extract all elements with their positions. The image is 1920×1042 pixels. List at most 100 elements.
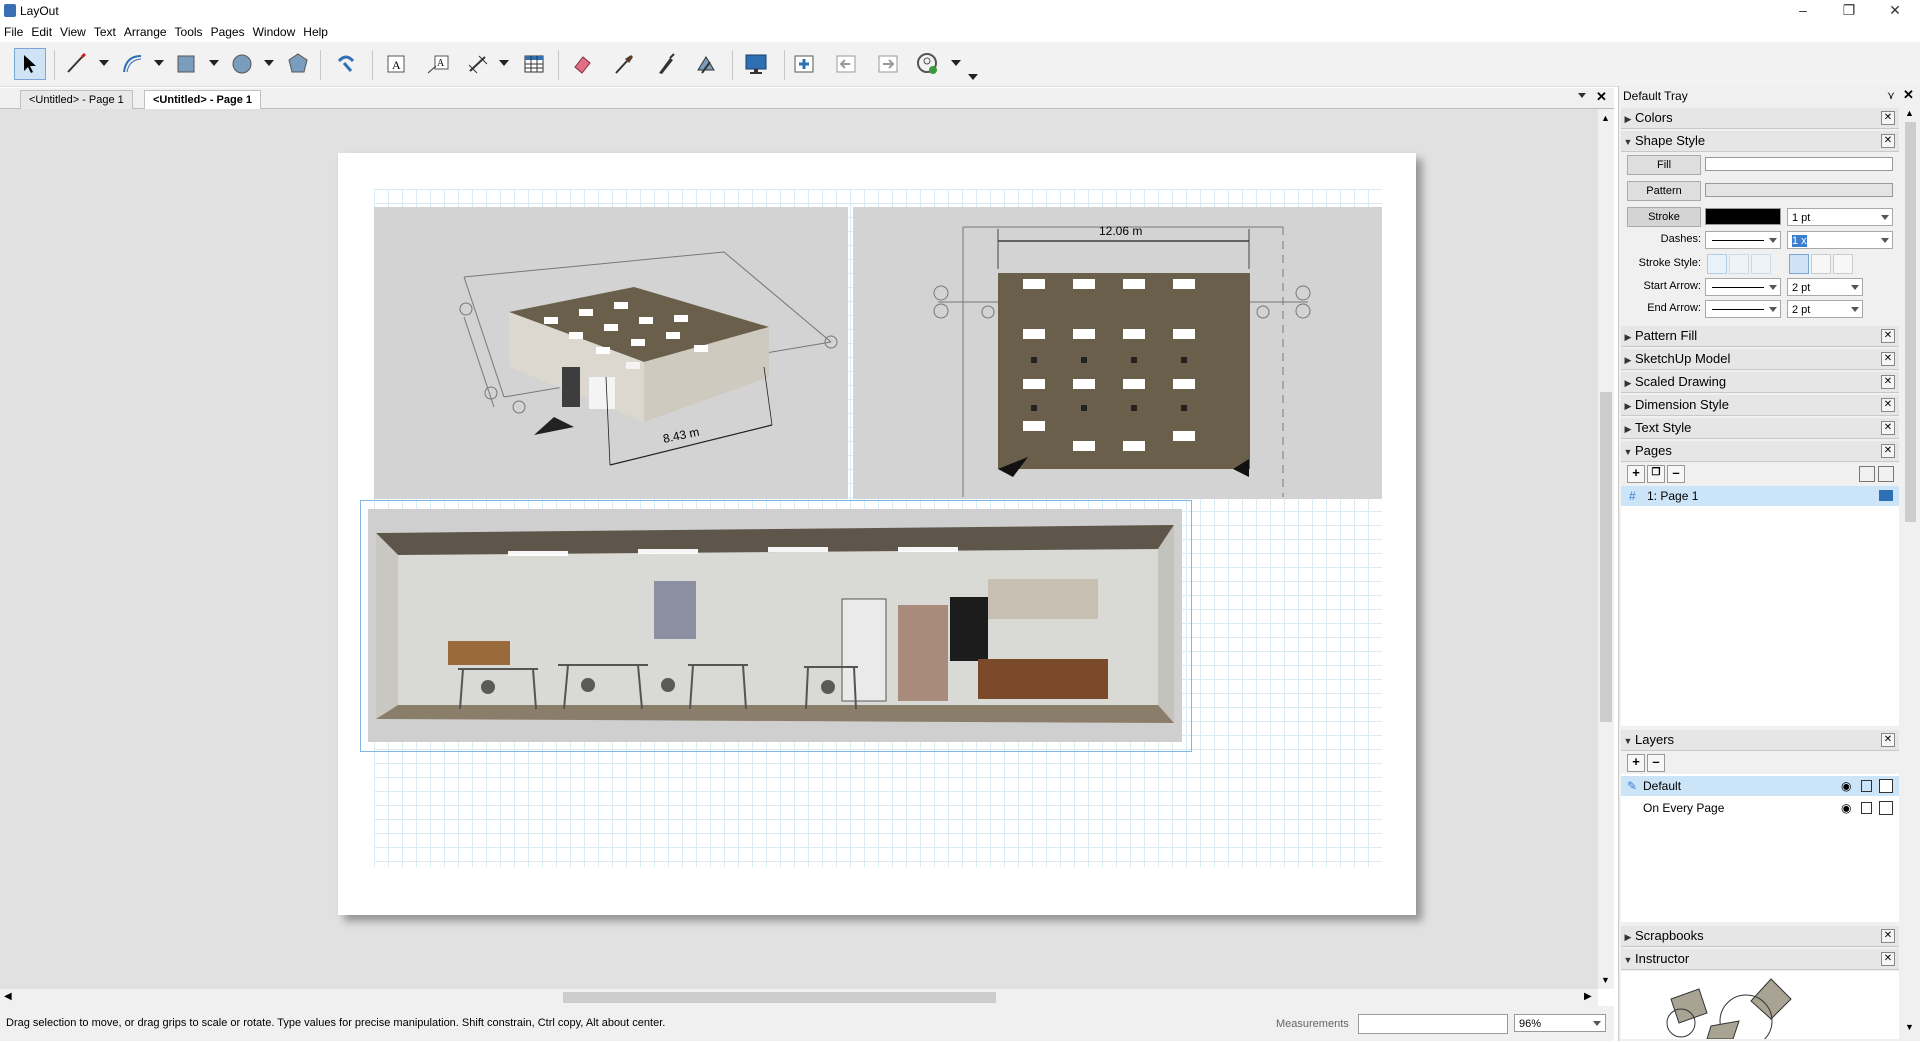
horizontal-scroll-thumb[interactable] [563, 992, 996, 1003]
previous-page-icon[interactable] [830, 48, 862, 80]
rectangle-tool-icon[interactable] [170, 48, 202, 80]
dash-scale-select[interactable]: 1 x [1787, 231, 1893, 249]
menu-window[interactable]: Window [249, 22, 300, 39]
cap-round-icon[interactable] [1729, 254, 1749, 274]
close-panel-icon[interactable]: ✕ [1881, 329, 1895, 343]
panel-pattern-fill[interactable]: ▶ Pattern Fill ✕ [1621, 326, 1899, 347]
duplicate-page-button[interactable]: ❐ [1647, 465, 1665, 483]
panel-colors[interactable]: ▶ Colors ✕ [1621, 108, 1899, 129]
visibility-eye-icon[interactable]: ◉ [1841, 798, 1851, 818]
close-panel-icon[interactable]: ✕ [1881, 421, 1895, 435]
shared-layer-icon[interactable] [1879, 801, 1893, 815]
close-panel-icon[interactable]: ✕ [1881, 352, 1895, 366]
line-dropdown-icon[interactable] [99, 60, 109, 66]
visibility-eye-icon[interactable]: ◉ [1841, 776, 1851, 796]
delete-page-button[interactable]: – [1667, 465, 1685, 483]
stroke-width-select[interactable]: 1 pt [1787, 208, 1893, 226]
menu-text[interactable]: Text [90, 22, 120, 39]
scroll-left-icon[interactable]: ◀ [4, 991, 12, 1002]
close-panel-icon[interactable]: ✕ [1881, 111, 1895, 125]
thumbnail-view-icon[interactable] [1878, 466, 1894, 482]
cap-square-icon[interactable] [1751, 254, 1771, 274]
account-icon[interactable] [912, 48, 944, 80]
style-tool-icon[interactable] [608, 48, 640, 80]
panel-scrapbooks[interactable]: ▶ Scrapbooks ✕ [1621, 926, 1899, 947]
tray-scroll-thumb[interactable] [1905, 122, 1916, 522]
account-dropdown-icon[interactable] [951, 60, 961, 66]
menu-view[interactable]: View [56, 22, 90, 39]
delete-layer-button[interactable]: – [1647, 754, 1665, 772]
close-document-icon[interactable]: ✕ [1596, 89, 1607, 105]
presentation-page-icon[interactable] [1879, 490, 1893, 501]
horizontal-scrollbar[interactable]: ◀ ▶ [0, 989, 1598, 1006]
next-page-icon[interactable] [872, 48, 904, 80]
circle-dropdown-icon[interactable] [264, 60, 274, 66]
arc-tool-icon[interactable] [116, 48, 148, 80]
label-tool-icon[interactable]: A [422, 48, 454, 80]
eraser-tool-icon[interactable] [566, 48, 598, 80]
tabs-dropdown-icon[interactable] [1578, 93, 1586, 98]
line-tool-icon[interactable] [60, 48, 92, 80]
sketchup-model-icon[interactable] [330, 48, 362, 80]
close-tray-icon[interactable]: ✕ [1903, 87, 1914, 103]
zoom-select[interactable]: 96% [1514, 1014, 1606, 1032]
tray-scroll-down-icon[interactable]: ▼ [1905, 1022, 1914, 1032]
close-panel-icon[interactable]: ✕ [1881, 444, 1895, 458]
panel-text-style[interactable]: ▶ Text Style ✕ [1621, 418, 1899, 439]
polygon-tool-icon[interactable] [282, 48, 314, 80]
scroll-down-icon[interactable]: ▼ [1601, 975, 1610, 985]
viewport-interior-section[interactable] [368, 509, 1182, 742]
join-tool-icon[interactable] [690, 48, 722, 80]
circle-tool-icon[interactable] [226, 48, 258, 80]
layer-default[interactable]: ✎ Default ◉ [1621, 776, 1899, 796]
panel-sketchup-model[interactable]: ▶ SketchUp Model ✕ [1621, 349, 1899, 370]
vertical-scrollbar[interactable]: ▲ ▼ [1598, 109, 1614, 989]
rectangle-dropdown-icon[interactable] [209, 60, 219, 66]
join-round-icon[interactable] [1811, 254, 1831, 274]
close-panel-icon[interactable]: ✕ [1881, 929, 1895, 943]
cap-flat-icon[interactable] [1707, 254, 1727, 274]
minimize-icon[interactable]: – [1780, 0, 1826, 22]
pattern-toggle-button[interactable]: Pattern [1627, 181, 1701, 201]
select-tool-icon[interactable] [14, 48, 46, 80]
close-panel-icon[interactable]: ✕ [1881, 134, 1895, 148]
tab-document-2[interactable]: <Untitled> - Page 1 [144, 90, 262, 109]
table-tool-icon[interactable] [518, 48, 550, 80]
menu-edit[interactable]: Edit [27, 22, 56, 39]
presentation-icon[interactable] [740, 48, 772, 80]
join-miter-icon[interactable] [1789, 254, 1809, 274]
layer-on-every-page[interactable]: On Every Page ◉ [1621, 798, 1899, 818]
fill-color-swatch[interactable] [1705, 157, 1893, 171]
panel-dimension-style[interactable]: ▶ Dimension Style ✕ [1621, 395, 1899, 416]
panel-pages[interactable]: ▼ Pages ✕ [1621, 441, 1899, 462]
menu-help[interactable]: Help [299, 22, 332, 39]
menu-arrange[interactable]: Arrange [120, 22, 171, 39]
close-panel-icon[interactable]: ✕ [1881, 375, 1895, 389]
close-icon[interactable]: ✕ [1872, 0, 1918, 22]
tray-scroll-up-icon[interactable]: ▲ [1905, 108, 1914, 118]
start-arrow-size-select[interactable]: 2 pt [1787, 278, 1863, 296]
arc-dropdown-icon[interactable] [154, 60, 164, 66]
close-panel-icon[interactable]: ✕ [1881, 733, 1895, 747]
close-panel-icon[interactable]: ✕ [1881, 952, 1895, 966]
join-bevel-icon[interactable] [1833, 254, 1853, 274]
measurements-input[interactable] [1358, 1014, 1508, 1034]
toolbar-overflow-icon[interactable] [968, 74, 978, 80]
close-panel-icon[interactable]: ✕ [1881, 398, 1895, 412]
list-view-icon[interactable] [1859, 466, 1875, 482]
stroke-color-swatch[interactable] [1705, 208, 1781, 225]
dash-pattern-select[interactable] [1705, 231, 1781, 249]
menu-file[interactable]: File [0, 22, 27, 39]
scroll-up-icon[interactable]: ▲ [1601, 113, 1610, 123]
drawing-canvas[interactable]: 8.43 m 12.06 m [0, 109, 1598, 989]
shared-layer-icon[interactable] [1879, 779, 1893, 793]
end-arrow-select[interactable] [1705, 300, 1781, 318]
panel-layers[interactable]: ▼ Layers ✕ [1621, 730, 1899, 751]
viewport-plan[interactable]: 12.06 m [853, 207, 1382, 499]
add-page-button[interactable]: + [1627, 465, 1645, 483]
add-layer-button[interactable]: + [1627, 754, 1645, 772]
split-tool-icon[interactable] [650, 48, 682, 80]
menu-tools[interactable]: Tools [171, 22, 207, 39]
zoom-dropdown-icon[interactable] [1593, 1021, 1601, 1026]
tab-document-1[interactable]: <Untitled> - Page 1 [20, 90, 133, 109]
